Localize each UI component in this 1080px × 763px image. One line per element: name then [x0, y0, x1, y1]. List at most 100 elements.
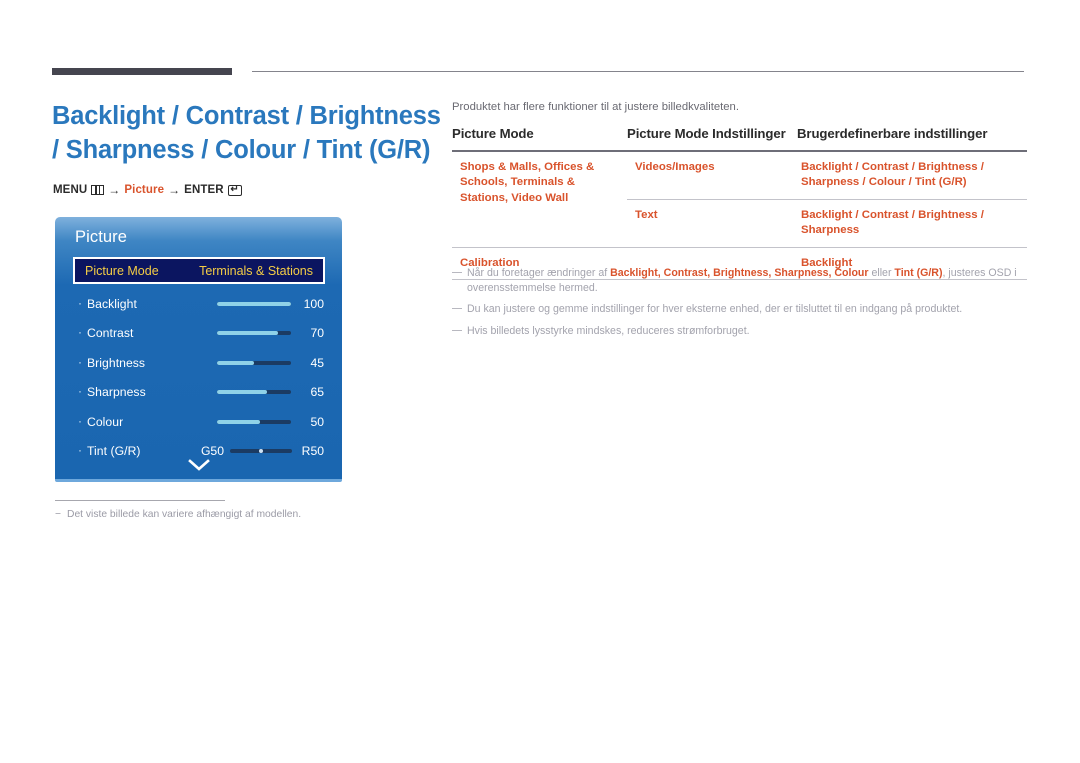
osd-item-label: Sharpness: [87, 385, 146, 400]
osd-item-control[interactable]: 70: [217, 326, 324, 340]
note-text: Hvis billedets lysstyrke mindskes, reduc…: [467, 324, 750, 337]
table-body: Shops & Malls, Offices & Schools, Termin…: [452, 152, 1027, 281]
osd-item-control[interactable]: 65: [217, 385, 324, 399]
osd-item-value: 50: [310, 414, 324, 429]
table-row: Shops & Malls, Offices & Schools, Termin…: [452, 152, 1027, 247]
osd-item-brightness[interactable]: · Brightness 45: [55, 348, 342, 378]
slider-fill: [217, 390, 268, 395]
table-header-picture-mode: Picture Mode: [452, 126, 534, 141]
osd-item-contrast[interactable]: · Contrast 70: [55, 319, 342, 349]
enter-key-glyph: ↵: [230, 183, 239, 195]
table-cell-custom-text: Backlight / Contrast / Brightness / Shar…: [801, 208, 984, 237]
note-pre: Når du foretager ændringer af: [467, 267, 611, 279]
slider-track[interactable]: [217, 331, 291, 336]
breadcrumb-path-picture[interactable]: Picture: [124, 184, 164, 196]
osd-item-colour[interactable]: · Colour 50: [55, 407, 342, 437]
osd-item-backlight[interactable]: · Backlight 100: [55, 289, 342, 319]
left-footnote-rule: [55, 500, 225, 501]
header-rule-thin: [252, 71, 1024, 72]
slider-fill: [217, 360, 254, 365]
bullet-dot-icon: ·: [78, 443, 82, 458]
note-bold2: Tint (G/R): [894, 267, 943, 279]
osd-item-control[interactable]: G50 R50: [198, 444, 324, 458]
slider-track[interactable]: [217, 301, 291, 306]
osd-item-value: 100: [303, 296, 324, 311]
note-item: Hvis billedets lysstyrke mindskes, reduc…: [452, 324, 1030, 339]
tint-right-label: R50: [301, 444, 324, 459]
slider-track[interactable]: [217, 390, 291, 395]
osd-item-value: 70: [310, 326, 324, 341]
tint-slider-knob[interactable]: [259, 449, 263, 454]
page-title: Backlight / Contrast / Brightness / Shar…: [52, 102, 441, 164]
slider-track[interactable]: [217, 360, 291, 365]
table-cell-mode: Shops & Malls, Offices & Schools, Termin…: [452, 152, 627, 247]
table-subrow-group: Videos/Images Backlight / Contrast / Bri…: [627, 152, 1027, 247]
header-rule-thick: [52, 68, 232, 75]
note-item: Du kan justere og gemme indstillinger fo…: [452, 302, 1030, 317]
intro-paragraph: Produktet har flere funktioner til at ju…: [452, 101, 739, 113]
table-cell-setting: Videos/Images: [627, 152, 797, 199]
note-dash-icon: [452, 308, 462, 310]
bullet-dot-icon: ·: [78, 413, 82, 428]
breadcrumb-menu-label: MENU: [53, 184, 88, 196]
picture-mode-table: Picture Mode Picture Mode Indstillinger …: [452, 126, 1027, 281]
osd-item-label: Colour: [87, 414, 124, 429]
table-subrow: Text Backlight / Contrast / Brightness /…: [627, 200, 1027, 247]
osd-item-value: 65: [310, 385, 324, 400]
osd-item-control[interactable]: 45: [217, 356, 324, 370]
note-text: Når du foretager ændringer af Backlight,…: [467, 266, 1030, 295]
menu-grid-icon: [91, 185, 105, 195]
enter-key-icon: ↵: [227, 183, 242, 196]
note-bold: Backlight, Contrast, Brightness, Sharpne…: [610, 267, 869, 279]
bullet-dot-icon: ·: [78, 384, 82, 399]
osd-scroll-down[interactable]: [55, 459, 342, 471]
breadcrumb-enter-label: ENTER: [184, 184, 224, 196]
table-cell-custom-text: Backlight / Contrast / Brightness / Shar…: [801, 160, 984, 189]
osd-picture-panel: Picture Picture Mode Terminals & Station…: [55, 217, 342, 482]
osd-picture-mode-label: Picture Mode: [85, 263, 159, 278]
bullet-dot-icon: ·: [78, 295, 82, 310]
table-subrow: Videos/Images Backlight / Contrast / Bri…: [627, 152, 1027, 199]
note-dash-icon: [452, 272, 462, 274]
breadcrumb: MENU → Picture → ENTER ↵: [53, 183, 242, 197]
slider-track[interactable]: [217, 419, 291, 424]
osd-item-label: Backlight: [87, 296, 137, 311]
table-header-custom-settings: Brugerdefinerbare indstillinger: [797, 126, 988, 141]
osd-item-label: Contrast: [87, 326, 134, 341]
osd-item-label: Brightness: [87, 355, 146, 370]
osd-item-control[interactable]: 50: [217, 415, 324, 429]
note-mid: eller: [868, 267, 895, 279]
left-footnote: − Det viste billede kan variere afhængig…: [55, 507, 415, 522]
table-header-row: Picture Mode Picture Mode Indstillinger …: [452, 126, 1027, 150]
osd-panel-title: Picture: [75, 228, 128, 246]
table-cell-setting: Text: [627, 200, 797, 247]
note-item: Når du foretager ændringer af Backlight,…: [452, 266, 1030, 295]
osd-item-sharpness[interactable]: · Sharpness 65: [55, 378, 342, 408]
breadcrumb-arrow-2: →: [168, 183, 181, 197]
footnote-dash: −: [55, 509, 62, 520]
tint-left-label: G50: [200, 444, 224, 459]
osd-item-list: · Backlight 100 · Contrast 70 · Brightne…: [55, 289, 342, 466]
note-dash-icon: [452, 329, 462, 331]
osd-picture-mode-value: Terminals & Stations: [199, 263, 313, 278]
footnote-text: Det viste billede kan variere afhængigt …: [67, 509, 302, 520]
notes-list: Når du foretager ændringer af Backlight,…: [452, 266, 1030, 345]
chevron-down-icon: [187, 459, 210, 471]
osd-item-control[interactable]: 100: [217, 297, 324, 311]
table-header-picture-mode-settings: Picture Mode Indstillinger: [627, 126, 786, 141]
table-cell-setting-text: Text: [635, 208, 658, 221]
slider-fill: [217, 419, 260, 424]
table-cell-custom: Backlight / Contrast / Brightness / Shar…: [797, 200, 1027, 247]
slider-fill: [217, 331, 278, 336]
table-cell-mode-text: Shops & Malls, Offices & Schools, Termin…: [460, 160, 595, 204]
osd-item-label: Tint (G/R): [87, 444, 141, 459]
table-cell-setting-text: Videos/Images: [635, 160, 715, 173]
bullet-dot-icon: ·: [78, 354, 82, 369]
note-text: Du kan justere og gemme indstillinger fo…: [467, 303, 963, 315]
osd-row-picture-mode[interactable]: Picture Mode Terminals & Stations: [73, 257, 325, 284]
table-cell-custom: Backlight / Contrast / Brightness / Shar…: [797, 152, 1027, 199]
slider-fill: [217, 301, 291, 306]
bullet-dot-icon: ·: [78, 325, 82, 340]
tint-slider-track[interactable]: [230, 449, 292, 454]
breadcrumb-arrow-1: →: [108, 183, 121, 197]
